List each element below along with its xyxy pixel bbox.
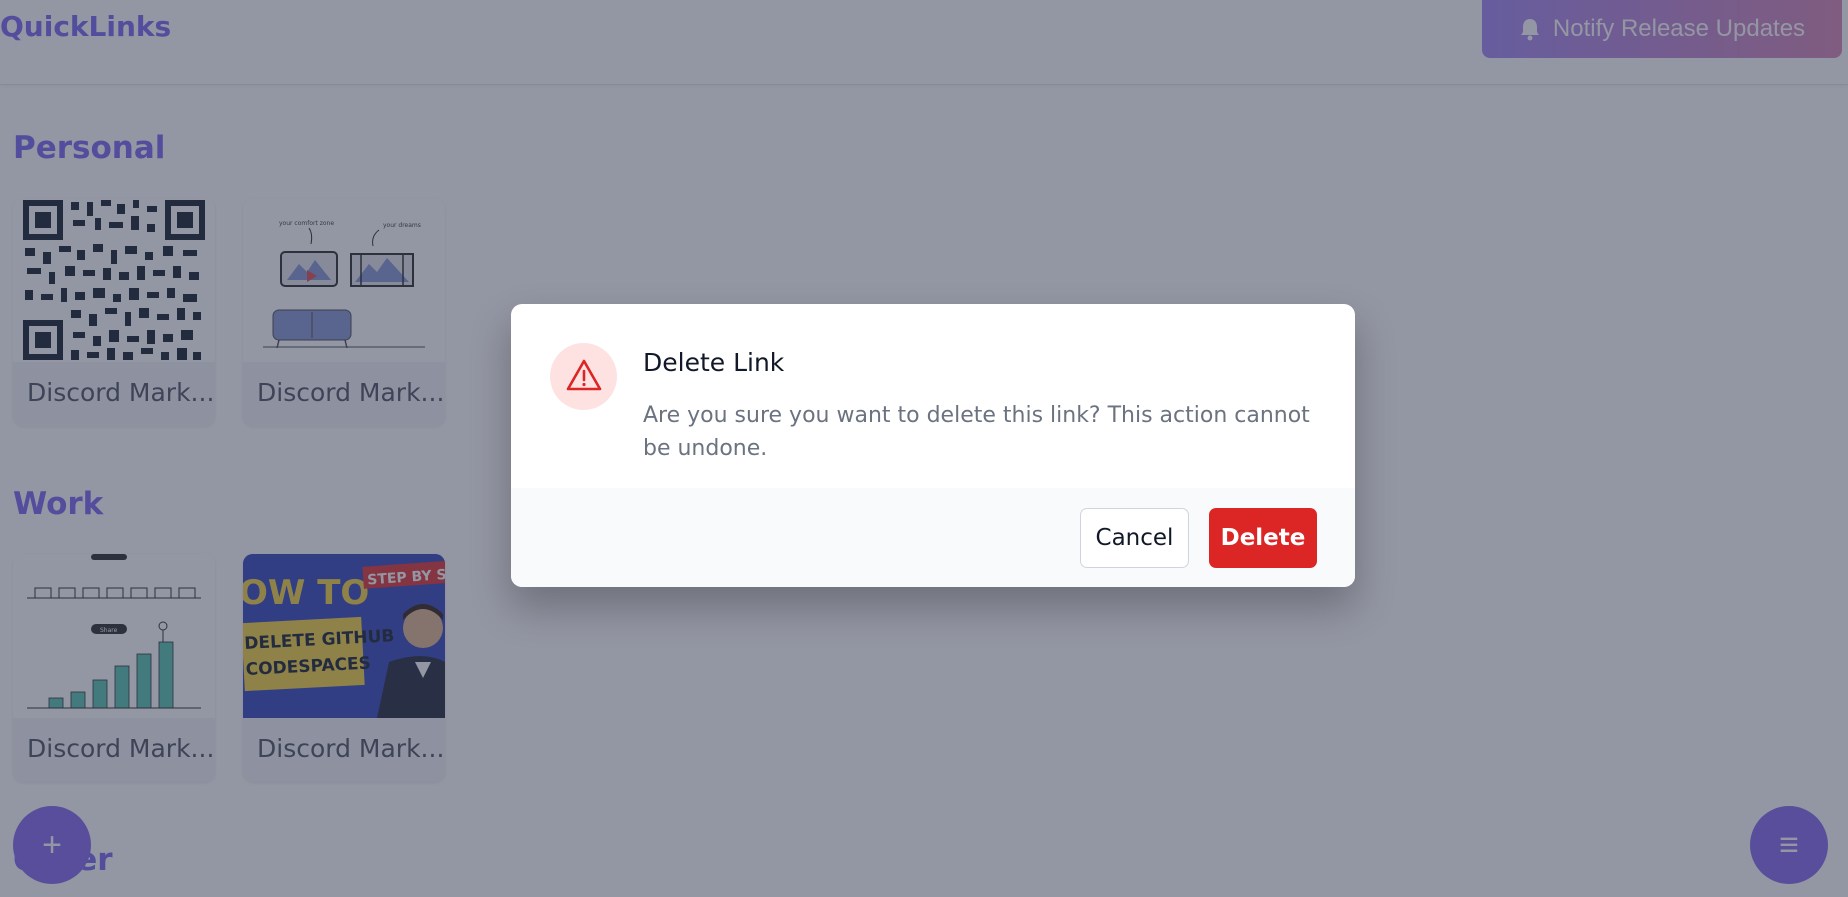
cancel-button[interactable]: Cancel <box>1080 508 1189 568</box>
dialog-message: Are you sure you want to delete this lin… <box>643 403 1310 461</box>
warning-triangle-icon <box>565 358 603 396</box>
delete-link-dialog: Delete Link Are you sure you want to del… <box>511 304 1355 587</box>
delete-button[interactable]: Delete <box>1209 508 1317 568</box>
quicklinks-page: QuickLinks Notify Release Updates Person… <box>0 0 1848 897</box>
warning-icon-badge <box>550 343 617 410</box>
dialog-title: Delete Link <box>643 348 785 377</box>
